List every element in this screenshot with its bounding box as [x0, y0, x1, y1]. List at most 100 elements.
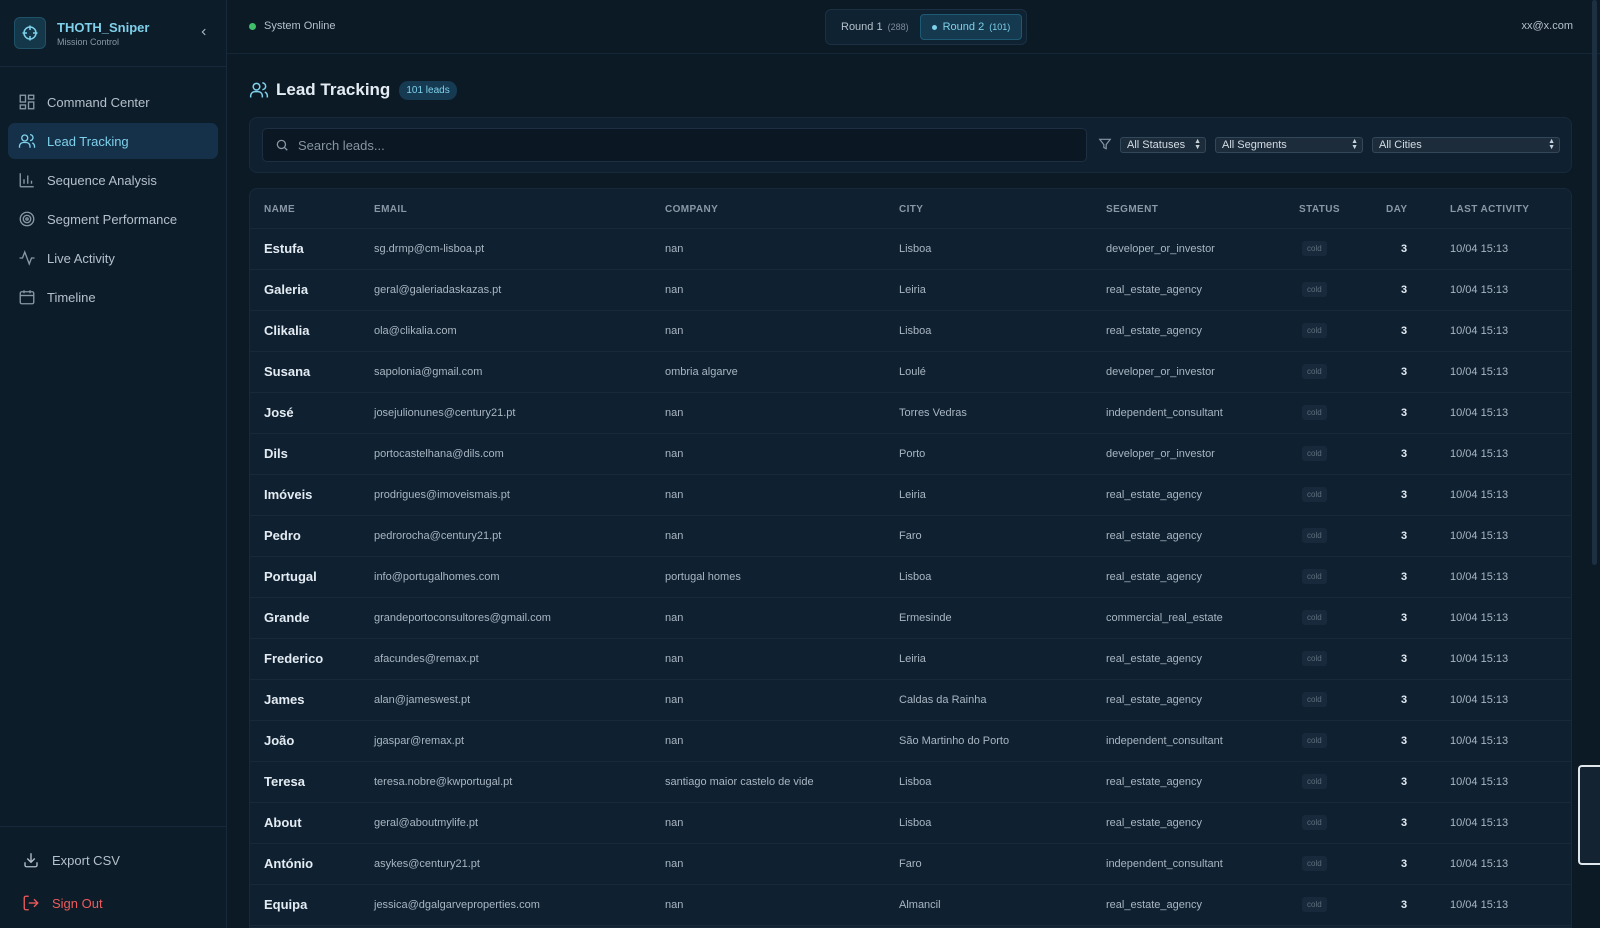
lead-segment: real_estate_agency	[1106, 284, 1203, 296]
lead-segment: developer_or_investor	[1106, 243, 1215, 255]
table-row[interactable]: Pedro pedrorocha@century21.pt nan Faro real_…	[250, 516, 1571, 557]
table-row[interactable]: José josejulionunes@century21.pt nan Torres…	[250, 393, 1571, 434]
lead-name: Susana	[264, 364, 311, 379]
lead-city: Lisboa	[899, 243, 932, 255]
nav-item-command-center[interactable]: Command Center	[8, 84, 218, 120]
lead-segment: independent_consultant	[1106, 407, 1223, 419]
status-badge: cold	[1302, 692, 1327, 707]
segment-select[interactable]: All Segments ▲ ▼	[1215, 137, 1363, 153]
lead-company: nan	[665, 284, 684, 296]
lead-city: Lisboa	[899, 325, 932, 337]
tab-round-1[interactable]: Round 1 (288)	[830, 14, 920, 40]
sidebar-nav: Command Center Lead Tracking Sequence An…	[0, 67, 226, 315]
column-header-name[interactable]: NAME	[264, 204, 295, 215]
chevron-left-icon[interactable]	[196, 24, 212, 40]
lead-company: nan	[665, 817, 684, 829]
column-header-city[interactable]: CITY	[899, 204, 923, 215]
export-csv-button[interactable]: Export CSV	[0, 841, 226, 879]
lead-city: Leiria	[899, 284, 926, 296]
page-title: Lead Tracking	[276, 80, 391, 99]
activity-icon	[19, 250, 35, 266]
lead-company: nan	[665, 899, 684, 911]
sidebar: THOTH_Sniper Mission Control Command Cen…	[0, 0, 227, 928]
table-row[interactable]: Clikalia ola@clikalia.com nan Lisboa real_es…	[250, 311, 1571, 352]
active-dot-icon	[931, 24, 937, 30]
table-row[interactable]: Imóveis prodrigues@imoveismais.pt nan Leiri…	[250, 475, 1571, 516]
sign-out-label: Sign Out	[52, 895, 103, 911]
lead-last-activity: 10/04 15:13	[1450, 899, 1509, 911]
lead-name: Pedro	[264, 528, 301, 543]
lead-last-activity: 10/04 15:13	[1450, 530, 1509, 542]
select-arrows-icon: ▲ ▼	[1548, 138, 1555, 151]
lead-segment: real_estate_agency	[1106, 653, 1203, 665]
column-header-segment[interactable]: SEGMENT	[1106, 204, 1158, 215]
table-row[interactable]: João jgaspar@remax.pt nan São Martinho do P…	[250, 721, 1571, 762]
nav-item-live-activity[interactable]: Live Activity	[8, 240, 218, 276]
column-header-email[interactable]: EMAIL	[374, 204, 407, 215]
city-select[interactable]: All Cities ▲ ▼	[1372, 137, 1560, 153]
brand-title: THOTH_Sniper	[57, 19, 150, 35]
nav-item-timeline[interactable]: Timeline	[8, 279, 218, 315]
status-badge: cold	[1302, 569, 1327, 584]
table-row[interactable]: António asykes@century21.pt nan Faro indepen…	[250, 844, 1571, 885]
logout-icon	[23, 895, 39, 911]
lead-last-activity: 10/04 15:13	[1450, 448, 1509, 460]
nav-label: Sequence Analysis	[47, 172, 157, 188]
lead-city: São Martinho do Porto	[899, 735, 1010, 747]
nav-item-lead-tracking[interactable]: Lead Tracking	[8, 123, 218, 159]
table-body: Estufa sg.drmp@cm-lisboa.pt nan Lisboa devel…	[250, 229, 1571, 926]
nav-item-segment-performance[interactable]: Segment Performance	[8, 201, 218, 237]
status-dot-icon	[249, 22, 256, 30]
lead-segment: commercial_real_estate	[1106, 612, 1223, 624]
table-row[interactable]: Dils portocastelhana@dils.com nan Porto deve…	[250, 434, 1571, 475]
lead-name: Galeria	[264, 282, 309, 297]
lead-segment: real_estate_agency	[1106, 571, 1203, 583]
column-header-last-activity[interactable]: LAST ACTIVITY	[1450, 204, 1529, 215]
table-row[interactable]: About geral@aboutmylife.pt nan Lisboa real_e…	[250, 803, 1571, 844]
table-row[interactable]: Estufa sg.drmp@cm-lisboa.pt nan Lisboa devel…	[250, 229, 1571, 270]
table-row[interactable]: Grande grandeportoconsultores@gmail.com na…	[250, 598, 1571, 639]
lead-city: Ermesinde	[899, 612, 952, 624]
table-row[interactable]: Equipa jessica@dgalgarveproperties.com nan…	[250, 885, 1571, 926]
search-input[interactable]	[298, 137, 1058, 153]
lead-day: 3	[1401, 653, 1408, 665]
lead-email: prodrigues@imoveismais.pt	[374, 489, 510, 501]
system-status: System Online	[249, 20, 336, 32]
status-badge: cold	[1302, 405, 1327, 420]
user-email[interactable]: xx@x.com	[1521, 20, 1573, 32]
tab-round-2[interactable]: Round 2 (101)	[919, 14, 1023, 40]
lead-last-activity: 10/04 15:13	[1450, 243, 1509, 255]
lead-day: 3	[1401, 366, 1408, 378]
lead-city: Lisboa	[899, 571, 932, 583]
lead-email: geral@aboutmylife.pt	[374, 817, 479, 829]
status-select-value: All Statuses	[1127, 139, 1186, 151]
lead-segment: developer_or_investor	[1106, 448, 1215, 460]
status-badge: cold	[1302, 446, 1327, 461]
status-badge: cold	[1302, 364, 1327, 379]
page-scrollbar[interactable]	[1592, 0, 1597, 565]
status-select[interactable]: All Statuses ▲ ▼	[1120, 137, 1206, 153]
column-header-company[interactable]: COMPANY	[665, 204, 718, 215]
table-row[interactable]: James alan@jameswest.pt nan Caldas da Rainh…	[250, 680, 1571, 721]
table-row[interactable]: Galeria geral@galeriadaskazas.pt nan Leiria…	[250, 270, 1571, 311]
table-row[interactable]: Portugal info@portugalhomes.com portugal h…	[250, 557, 1571, 598]
lead-day: 3	[1401, 243, 1408, 255]
lead-day: 3	[1401, 489, 1408, 501]
side-panel-handle[interactable]	[1578, 765, 1600, 865]
lead-city: Lisboa	[899, 817, 932, 829]
lead-city: Torres Vedras	[899, 407, 967, 419]
nav-item-sequence-analysis[interactable]: Sequence Analysis	[8, 162, 218, 198]
table-row[interactable]: Susana sapolonia@gmail.com ombria algarve L…	[250, 352, 1571, 393]
table-row[interactable]: Frederico afacundes@remax.pt nan Leiria real…	[250, 639, 1571, 680]
lead-company: nan	[665, 407, 684, 419]
round-1-count: (288)	[887, 22, 909, 32]
page-header: Lead Tracking 101 leads	[249, 80, 457, 100]
table-row[interactable]: Teresa teresa.nobre@kwportugal.pt santiago…	[250, 762, 1571, 803]
lead-name: About	[264, 815, 302, 830]
lead-name: Frederico	[264, 651, 324, 666]
column-header-status[interactable]: STATUS	[1299, 204, 1340, 215]
column-header-day[interactable]: DAY	[1386, 204, 1407, 215]
sign-out-button[interactable]: Sign Out	[0, 884, 226, 922]
select-arrows-icon: ▲ ▼	[1194, 138, 1201, 151]
status-badge: cold	[1302, 610, 1327, 625]
